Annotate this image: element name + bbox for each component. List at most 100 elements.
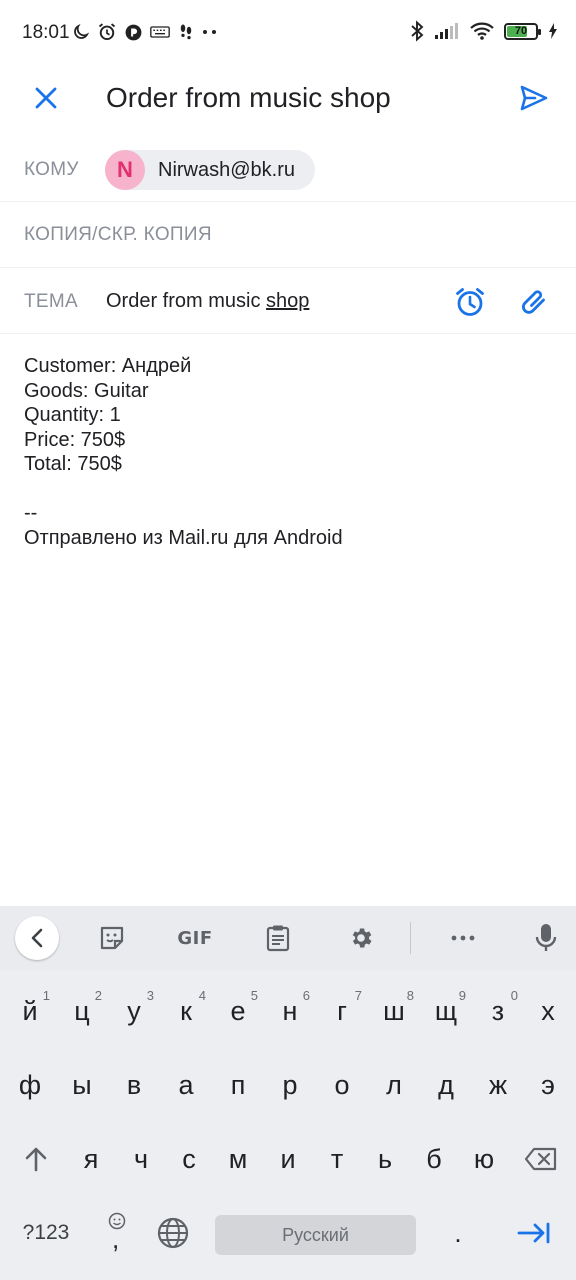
key-ы[interactable]: ы — [56, 1058, 108, 1112]
key-м[interactable]: м — [213, 1132, 263, 1186]
key-ю[interactable]: ю — [459, 1132, 509, 1186]
battery-icon: 70 — [504, 22, 541, 40]
period-key[interactable]: . — [432, 1206, 484, 1260]
more-options-button[interactable] — [441, 918, 485, 958]
next-key[interactable] — [504, 1206, 564, 1260]
key-л[interactable]: л — [368, 1058, 420, 1112]
avatar: N — [105, 150, 145, 190]
backspace-key[interactable] — [514, 1132, 568, 1186]
recipient-chip[interactable]: N Nirwash@bk.ru — [105, 150, 316, 190]
key-ш[interactable]: ш8 — [368, 984, 420, 1038]
key-н[interactable]: н6 — [264, 984, 316, 1038]
key-о[interactable]: о — [316, 1058, 368, 1112]
key-ь[interactable]: ь — [360, 1132, 410, 1186]
body-line: Quantity: 1 — [24, 404, 121, 426]
key-label: к — [180, 995, 192, 1026]
chevron-left-icon — [31, 928, 43, 948]
key-х[interactable]: х — [524, 984, 572, 1038]
shift-icon — [25, 1147, 47, 1172]
subject-field-row: ТЕМА Order from music shop — [0, 268, 576, 334]
keyboard-toolbar: GIF — [0, 906, 576, 970]
key-р[interactable]: р — [264, 1058, 316, 1112]
key-э[interactable]: э — [524, 1058, 572, 1112]
key-hint: 5 — [250, 988, 258, 1003]
app-notification-icon — [125, 24, 142, 40]
key-label: ш — [383, 995, 405, 1026]
key-ч[interactable]: ч — [116, 1132, 166, 1186]
paperclip-icon — [522, 290, 545, 314]
key-label: у — [127, 995, 141, 1026]
key-г[interactable]: г7 — [316, 984, 368, 1038]
body-line: Goods: Guitar — [24, 379, 149, 402]
status-icons-left — [72, 22, 218, 42]
clipboard-icon — [266, 925, 290, 952]
body-line: Customer: Андрей — [24, 355, 192, 377]
keyboard-settings-button[interactable] — [339, 918, 383, 958]
schedule-send-button[interactable] — [452, 284, 488, 320]
key-hint: 0 — [510, 988, 518, 1003]
more-horizontal-icon — [451, 935, 475, 941]
wifi-icon — [470, 22, 494, 40]
subject-input[interactable]: Order from music shop — [106, 290, 309, 313]
key-hint: 9 — [458, 988, 466, 1003]
key-ж[interactable]: ж — [472, 1058, 524, 1112]
cc-field-row[interactable]: КОПИЯ/СКР. КОПИЯ — [0, 202, 576, 268]
gif-button[interactable]: GIF — [173, 918, 217, 958]
key-з[interactable]: з0 — [472, 984, 524, 1038]
body-line: Price: 750$ — [24, 428, 126, 451]
key-к[interactable]: к4 — [160, 984, 212, 1038]
key-а[interactable]: а — [160, 1058, 212, 1112]
status-icons-right: 70 — [410, 20, 558, 42]
key-е[interactable]: е5 — [212, 984, 264, 1038]
comma-emoji-key[interactable]: , — [94, 1206, 140, 1260]
key-я[interactable]: я — [66, 1132, 116, 1186]
recipient-email: Nirwash@bk.ru — [158, 158, 296, 181]
close-button[interactable] — [26, 78, 66, 118]
to-field-row[interactable]: КОМУ N Nirwash@bk.ru — [0, 136, 576, 202]
toolbar-divider — [410, 922, 411, 954]
key-ц[interactable]: ц2 — [56, 984, 108, 1038]
symbols-key[interactable]: ?123 — [10, 1206, 82, 1260]
send-icon — [520, 85, 548, 111]
key-hint: 7 — [354, 988, 362, 1003]
space-key[interactable]: Русский — [215, 1215, 416, 1255]
send-button[interactable] — [512, 76, 556, 120]
key-в[interactable]: в — [108, 1058, 160, 1112]
page-title: Order from music shop — [106, 82, 391, 113]
message-body[interactable]: Customer: Андрей Goods: Guitar Quantity:… — [24, 354, 554, 550]
key-у[interactable]: у3 — [108, 984, 160, 1038]
shift-key[interactable] — [10, 1132, 62, 1186]
subject-text-underlined: shop — [266, 290, 310, 312]
body-line: -- — [24, 502, 38, 524]
key-label: ц — [74, 995, 90, 1026]
keyboard-back-button[interactable] — [15, 916, 59, 960]
key-б[interactable]: б — [409, 1132, 459, 1186]
charging-icon — [549, 23, 557, 39]
key-label: з — [491, 995, 505, 1026]
key-щ[interactable]: щ9 — [420, 984, 472, 1038]
more-dots-icon — [203, 30, 216, 34]
clipboard-button[interactable] — [256, 918, 300, 958]
status-bar: 18:01 70 — [0, 0, 576, 68]
bluetooth-icon — [411, 20, 424, 42]
key-д[interactable]: д — [420, 1058, 472, 1112]
language-key[interactable] — [150, 1206, 196, 1260]
sticker-button[interactable] — [90, 918, 134, 958]
key-й[interactable]: й1 — [4, 984, 56, 1038]
key-т[interactable]: т — [312, 1132, 362, 1186]
moon-icon — [74, 23, 90, 39]
comma-label: , — [112, 1224, 120, 1254]
key-hint: 3 — [146, 988, 154, 1003]
attach-button[interactable] — [516, 284, 552, 320]
key-ф[interactable]: ф — [4, 1058, 56, 1112]
key-и[interactable]: и — [263, 1132, 313, 1186]
close-icon — [35, 87, 57, 109]
key-п[interactable]: п — [212, 1058, 264, 1112]
key-с[interactable]: с — [164, 1132, 214, 1186]
subject-label: ТЕМА — [24, 291, 78, 312]
microphone-icon — [535, 924, 557, 951]
key-hint: 2 — [94, 988, 102, 1003]
body-signature: Отправлено из Mail.ru для Android — [24, 526, 343, 549]
voice-input-button[interactable] — [524, 918, 568, 958]
status-time: 18:01 — [22, 22, 70, 43]
